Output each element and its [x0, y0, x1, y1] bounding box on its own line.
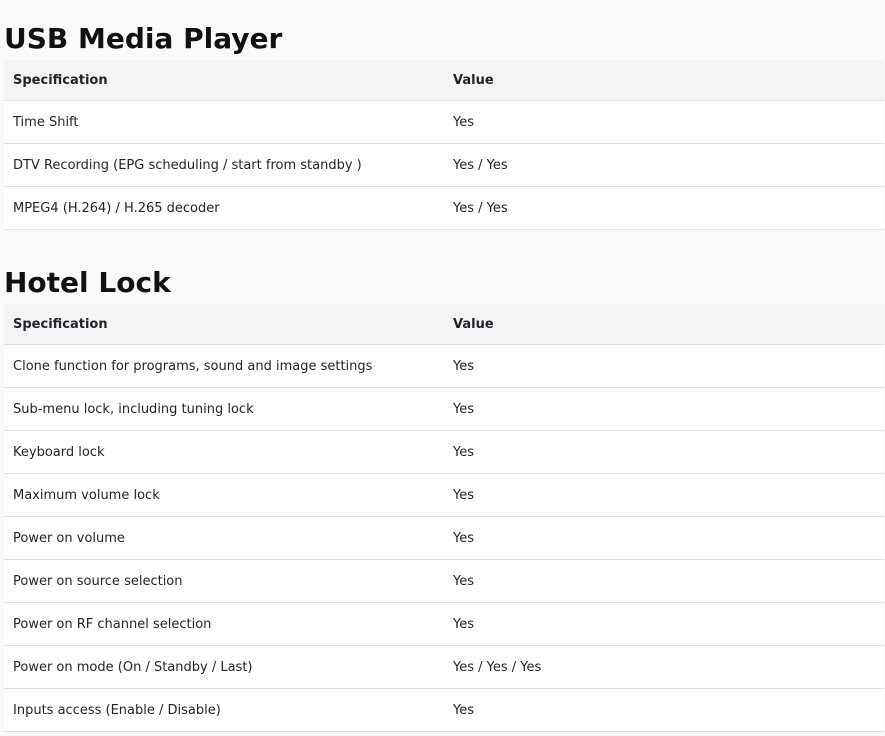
table-row: Power on source selection Yes	[4, 559, 884, 603]
table-row: Keyboard lock Yes	[4, 430, 884, 474]
section-title: Hotel Lock	[4, 266, 171, 299]
column-header-specification: Specification	[4, 60, 444, 101]
spec-cell: Power on volume	[4, 516, 444, 560]
spec-cell: Sub-menu lock, including tuning lock	[4, 387, 444, 431]
value-cell: Yes / Yes	[444, 186, 884, 230]
spec-table: Specification Value Time Shift Yes DTV R…	[4, 60, 884, 230]
table-row: Power on RF channel selection Yes	[4, 602, 884, 646]
column-header-value: Value	[444, 304, 884, 345]
table-row: Maximum volume lock Yes	[4, 473, 884, 517]
spec-table: Specification Value Clone function for p…	[4, 304, 884, 732]
column-header-value: Value	[444, 60, 884, 101]
value-cell: Yes	[444, 516, 884, 560]
value-cell: Yes / Yes / Yes	[444, 645, 884, 689]
column-header-specification: Specification	[4, 304, 444, 345]
table-row: Sub-menu lock, including tuning lock Yes	[4, 387, 884, 431]
spec-cell: Power on RF channel selection	[4, 602, 444, 646]
spec-cell: DTV Recording (EPG scheduling / start fr…	[4, 143, 444, 187]
table-row: Time Shift Yes	[4, 100, 884, 144]
section-usb-media-player: USB Media Player Specification Value Tim…	[0, 18, 885, 230]
table-row: Clone function for programs, sound and i…	[4, 344, 884, 388]
spec-cell: Clone function for programs, sound and i…	[4, 344, 444, 388]
value-cell: Yes	[444, 100, 884, 144]
table-header-row: Specification Value	[4, 60, 884, 101]
table-row: Power on mode (On / Standby / Last) Yes …	[4, 645, 884, 689]
spec-cell: Inputs access (Enable / Disable)	[4, 688, 444, 732]
spec-cell: Power on mode (On / Standby / Last)	[4, 645, 444, 689]
spec-cell: MPEG4 (H.264) / H.265 decoder	[4, 186, 444, 230]
value-cell: Yes	[444, 430, 884, 474]
section-title: USB Media Player	[4, 22, 283, 55]
value-cell: Yes	[444, 344, 884, 388]
value-cell: Yes	[444, 473, 884, 517]
section-hotel-lock: Hotel Lock Specification Value Clone fun…	[0, 262, 885, 732]
value-cell: Yes	[444, 387, 884, 431]
table-row: DTV Recording (EPG scheduling / start fr…	[4, 143, 884, 187]
spec-cell: Power on source selection	[4, 559, 444, 603]
value-cell: Yes	[444, 559, 884, 603]
spec-page: USB Media Player Specification Value Tim…	[0, 0, 885, 736]
value-cell: Yes / Yes	[444, 143, 884, 187]
table-row: Power on volume Yes	[4, 516, 884, 560]
spec-cell: Time Shift	[4, 100, 444, 144]
value-cell: Yes	[444, 602, 884, 646]
table-header-row: Specification Value	[4, 304, 884, 345]
spec-cell: Maximum volume lock	[4, 473, 444, 517]
table-row: Inputs access (Enable / Disable) Yes	[4, 688, 884, 732]
value-cell: Yes	[444, 688, 884, 732]
spec-cell: Keyboard lock	[4, 430, 444, 474]
table-row: MPEG4 (H.264) / H.265 decoder Yes / Yes	[4, 186, 884, 230]
